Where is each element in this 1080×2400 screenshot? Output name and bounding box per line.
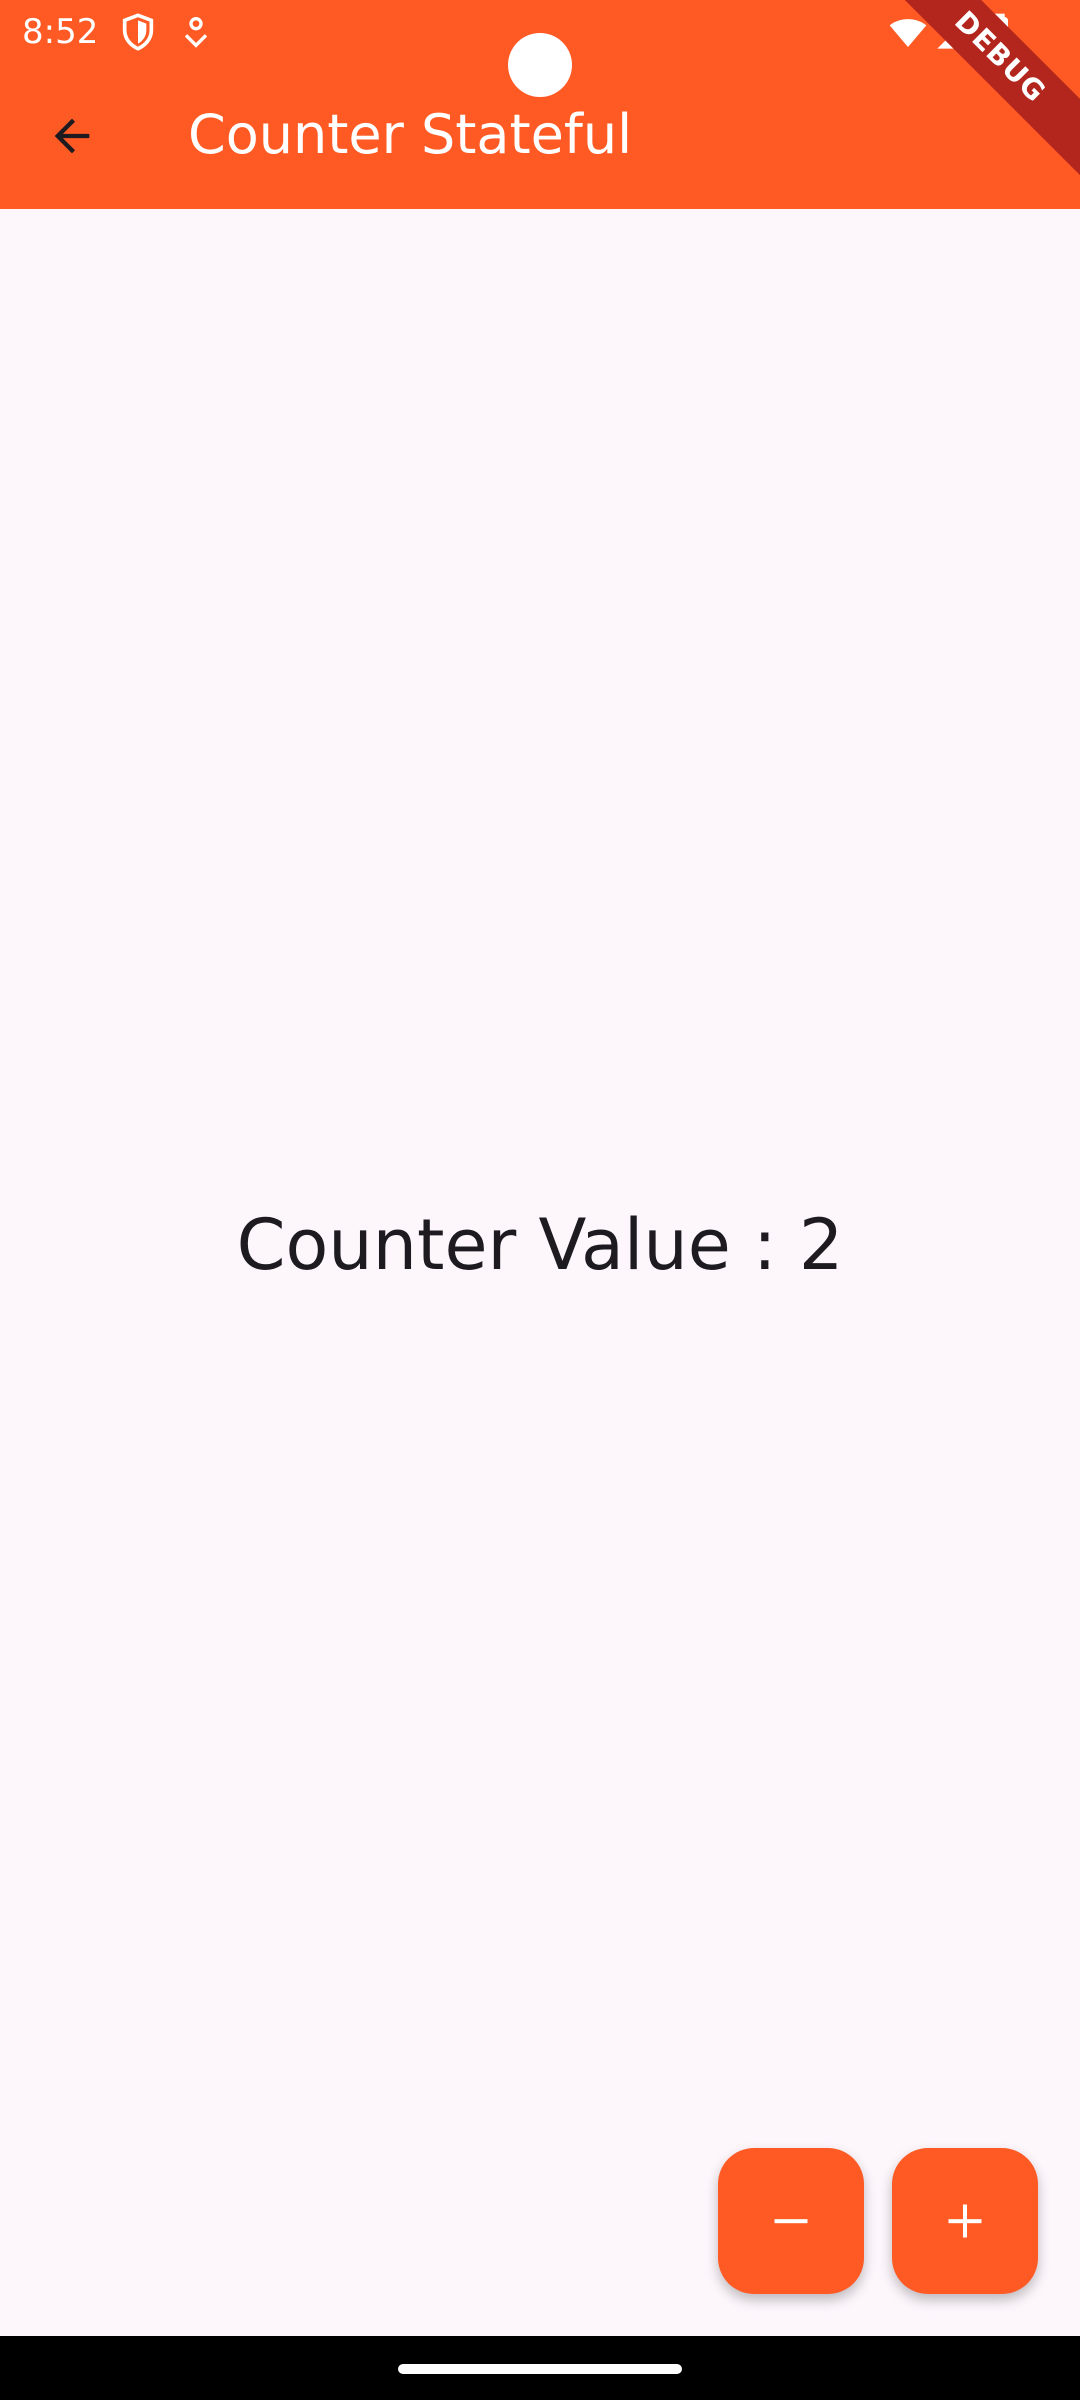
minus-icon: [774, 2219, 808, 2224]
signal-icon: [934, 12, 974, 52]
navigation-bar: [0, 2336, 1080, 2400]
shield-icon: [118, 12, 158, 52]
home-gesture-handle[interactable]: [398, 2364, 682, 2374]
back-button[interactable]: [30, 94, 114, 178]
plus-icon: [948, 2204, 982, 2238]
status-time: 8:52: [22, 12, 99, 52]
wifi-icon: [888, 12, 928, 52]
app-bar: Counter Stateful: [0, 62, 1080, 209]
top-bar: 8:52 Counter Stateful DEBUG: [0, 0, 1080, 209]
arrow-back-icon: [54, 118, 90, 154]
battery-icon: [978, 12, 1018, 52]
increment-button[interactable]: [892, 2148, 1038, 2294]
app-screen: 8:52 Counter Stateful DEBUG Counter Valu…: [0, 0, 1080, 2400]
counter-value-text: Counter Value : 2: [236, 1204, 844, 1286]
notification-icon: [176, 12, 216, 52]
status-bar: 8:52: [0, 0, 1080, 97]
decrement-button[interactable]: [718, 2148, 864, 2294]
page-title: Counter Stateful: [188, 103, 633, 166]
